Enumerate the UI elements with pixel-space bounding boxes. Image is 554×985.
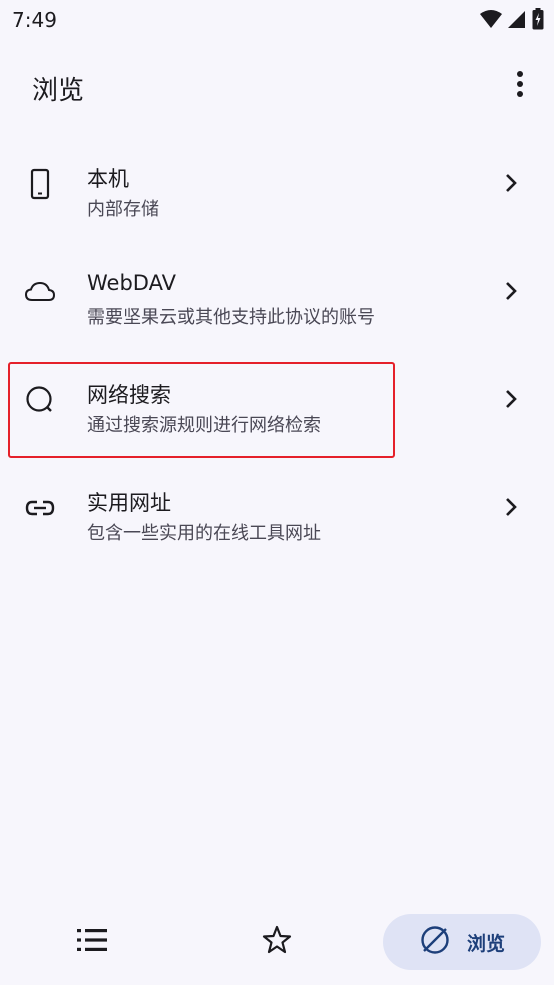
more-options-button[interactable] (504, 66, 536, 106)
highlight-box (8, 362, 395, 458)
list-item-useful-urls[interactable]: 实用网址 包含一些实用的在线工具网址 (0, 454, 554, 562)
nav-browse-button[interactable]: 浏览 (383, 914, 541, 970)
item-title: 实用网址 (87, 491, 171, 515)
chevron-right-icon (498, 494, 524, 520)
app-bar: 浏览 (0, 60, 554, 116)
status-icons (480, 8, 544, 34)
nav-favorites-button[interactable] (257, 922, 297, 962)
explore-icon (419, 924, 451, 960)
list-item-local[interactable]: 本机 内部存储 (0, 130, 554, 238)
chevron-right-icon (498, 278, 524, 304)
signal-icon (508, 9, 526, 33)
item-subtitle: 包含一些实用的在线工具网址 (87, 523, 321, 544)
phone-icon (22, 166, 58, 202)
bottom-nav: 浏览 (0, 900, 554, 985)
list-item-webdav[interactable]: WebDAV 需要坚果云或其他支持此协议的账号 (0, 238, 554, 346)
item-subtitle: 需要坚果云或其他支持此协议的账号 (87, 307, 375, 328)
cloud-icon (22, 274, 58, 310)
nav-browse-label: 浏览 (466, 932, 505, 955)
chevron-right-icon (498, 386, 524, 412)
item-subtitle: 内部存储 (87, 199, 159, 220)
link-icon (22, 490, 58, 526)
item-title: WebDAV (87, 271, 176, 295)
nav-list-button[interactable] (72, 922, 112, 962)
status-bar: 7:49 (0, 0, 554, 40)
item-title: 本机 (87, 167, 129, 191)
star-icon (262, 925, 292, 959)
status-time: 7:49 (12, 8, 57, 32)
wifi-icon (480, 9, 502, 33)
list-icon (77, 929, 107, 955)
more-vert-icon (516, 70, 524, 102)
chevron-right-icon (498, 170, 524, 196)
page-title: 浏览 (32, 76, 85, 106)
battery-icon (532, 8, 544, 34)
